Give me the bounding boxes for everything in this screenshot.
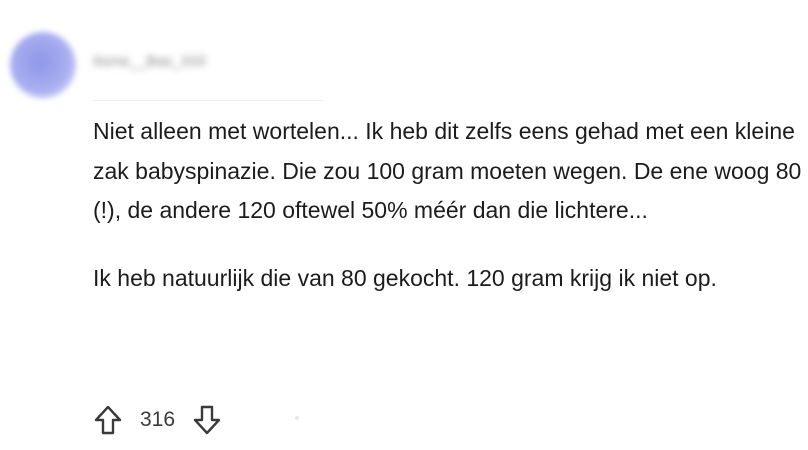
separator-dot (295, 416, 299, 420)
comment-paragraph: Niet alleen met wortelen... Ik heb dit z… (93, 118, 802, 223)
avatar[interactable] (10, 32, 76, 98)
comment-body: Niet alleen met wortelen... Ik heb dit z… (93, 112, 803, 298)
downvote-button[interactable] (191, 403, 223, 437)
vote-score: 316 (140, 408, 176, 431)
comment-paragraph: Ik heb natuurlijk die van 80 gekocht. 12… (93, 264, 717, 291)
vote-bar: 316 (92, 400, 223, 440)
arrow-up-outline-icon (94, 405, 122, 435)
arrow-down-outline-icon (193, 405, 221, 435)
username[interactable]: Itsme__Bas_333 (93, 53, 206, 70)
divider (93, 100, 323, 101)
comment: Itsme__Bas_333 Niet alleen met wortelen.… (0, 0, 808, 450)
upvote-button[interactable] (92, 403, 124, 437)
